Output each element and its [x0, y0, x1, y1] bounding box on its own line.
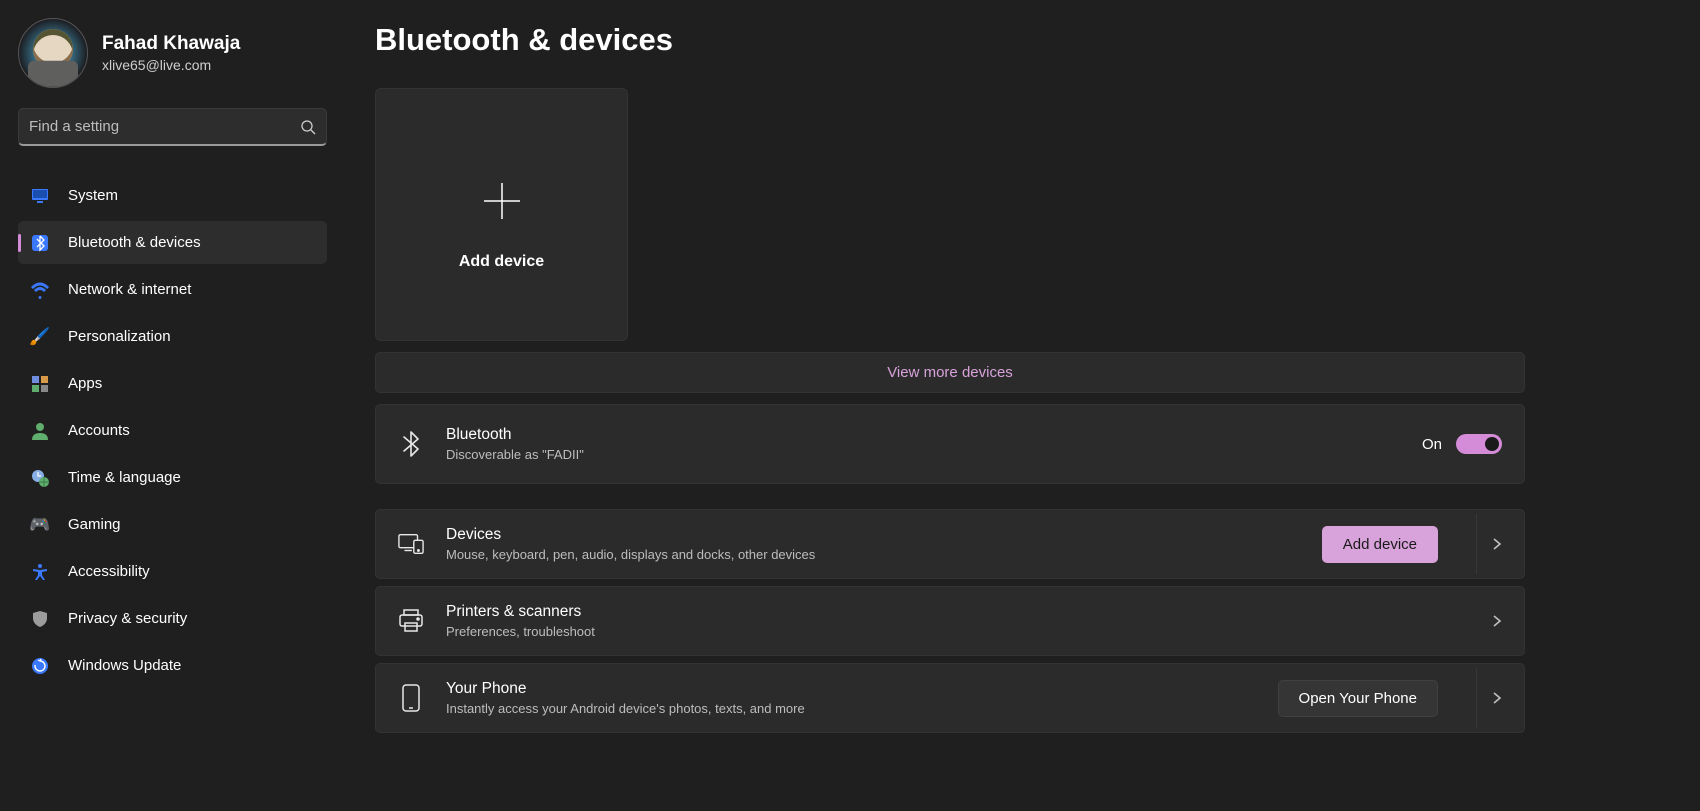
main-content: Bluetooth & devices Add device View more… — [345, 0, 1700, 811]
devices-icon — [398, 531, 424, 557]
sidebar-item-time-language[interactable]: Time & language — [18, 456, 327, 499]
sidebar: Fahad Khawaja xlive65@live.com System — [0, 0, 345, 811]
search-input[interactable] — [18, 108, 327, 146]
bluetooth-icon — [30, 233, 50, 253]
search-icon — [300, 119, 316, 135]
devices-row[interactable]: Devices Mouse, keyboard, pen, audio, dis… — [375, 509, 1525, 579]
add-device-button[interactable]: Add device — [1322, 526, 1438, 563]
person-icon — [30, 421, 50, 441]
sidebar-item-gaming[interactable]: 🎮 Gaming — [18, 503, 327, 546]
apps-icon — [30, 374, 50, 394]
printers-subtitle: Preferences, troubleshoot — [446, 623, 1488, 641]
paintbrush-icon: 🖌️ — [30, 327, 50, 347]
profile-email: xlive65@live.com — [102, 56, 240, 74]
sidebar-item-bluetooth-devices[interactable]: Bluetooth & devices — [18, 221, 327, 264]
sidebar-item-label: Bluetooth & devices — [68, 234, 201, 251]
sidebar-item-accessibility[interactable]: Accessibility — [18, 550, 327, 593]
avatar — [18, 18, 88, 88]
shield-icon — [30, 609, 50, 629]
view-more-label: View more devices — [887, 364, 1013, 381]
view-more-devices-button[interactable]: View more devices — [375, 352, 1525, 393]
devices-subtitle: Mouse, keyboard, pen, audio, displays an… — [446, 546, 1322, 564]
sidebar-item-label: Time & language — [68, 469, 181, 486]
printers-scanners-row[interactable]: Printers & scanners Preferences, trouble… — [375, 586, 1525, 656]
chevron-right-icon[interactable] — [1492, 614, 1502, 628]
bluetooth-subtitle: Discoverable as "FADII" — [446, 446, 1422, 464]
bluetooth-state-label: On — [1422, 436, 1442, 453]
phone-icon — [398, 685, 424, 711]
sidebar-item-label: System — [68, 187, 118, 204]
update-icon — [30, 656, 50, 676]
devices-title: Devices — [446, 525, 1322, 546]
your-phone-title: Your Phone — [446, 679, 1278, 700]
chevron-right-icon[interactable] — [1476, 514, 1502, 574]
button-label: Open Your Phone — [1299, 690, 1417, 707]
sidebar-item-network[interactable]: Network & internet — [18, 268, 327, 311]
sidebar-item-label: Accounts — [68, 422, 130, 439]
sidebar-item-label: Apps — [68, 375, 102, 392]
sidebar-item-personalization[interactable]: 🖌️ Personalization — [18, 315, 327, 358]
add-device-card[interactable]: Add device — [375, 88, 628, 341]
bluetooth-toggle[interactable] — [1456, 434, 1502, 454]
bluetooth-toggle-row[interactable]: Bluetooth Discoverable as "FADII" On — [375, 404, 1525, 484]
sidebar-item-apps[interactable]: Apps — [18, 362, 327, 405]
nav: System Bluetooth & devices Network & int… — [0, 174, 345, 687]
printer-icon — [398, 608, 424, 634]
search-field[interactable] — [29, 118, 300, 135]
sidebar-item-accounts[interactable]: Accounts — [18, 409, 327, 452]
gamepad-icon: 🎮 — [30, 515, 50, 535]
sidebar-item-label: Windows Update — [68, 657, 181, 674]
monitor-icon — [30, 186, 50, 206]
page-title: Bluetooth & devices — [375, 22, 1525, 58]
printers-title: Printers & scanners — [446, 602, 1488, 623]
your-phone-subtitle: Instantly access your Android device's p… — [446, 700, 1278, 718]
chevron-right-icon[interactable] — [1476, 668, 1502, 728]
accessibility-icon — [30, 562, 50, 582]
sidebar-item-label: Accessibility — [68, 563, 150, 580]
sidebar-item-label: Personalization — [68, 328, 171, 345]
sidebar-item-label: Network & internet — [68, 281, 191, 298]
clock-globe-icon — [30, 468, 50, 488]
add-device-card-label: Add device — [459, 253, 544, 271]
profile-block[interactable]: Fahad Khawaja xlive65@live.com — [0, 18, 345, 108]
bluetooth-title: Bluetooth — [446, 425, 1422, 446]
sidebar-item-privacy-security[interactable]: Privacy & security — [18, 597, 327, 640]
sidebar-item-windows-update[interactable]: Windows Update — [18, 644, 327, 687]
plus-icon — [478, 177, 526, 225]
profile-name: Fahad Khawaja — [102, 32, 240, 57]
button-label: Add device — [1343, 536, 1417, 553]
your-phone-row[interactable]: Your Phone Instantly access your Android… — [375, 663, 1525, 733]
wifi-icon — [30, 280, 50, 300]
bluetooth-icon — [398, 431, 424, 457]
sidebar-item-label: Privacy & security — [68, 610, 187, 627]
open-your-phone-button[interactable]: Open Your Phone — [1278, 680, 1438, 717]
sidebar-item-label: Gaming — [68, 516, 121, 533]
sidebar-item-system[interactable]: System — [18, 174, 327, 217]
